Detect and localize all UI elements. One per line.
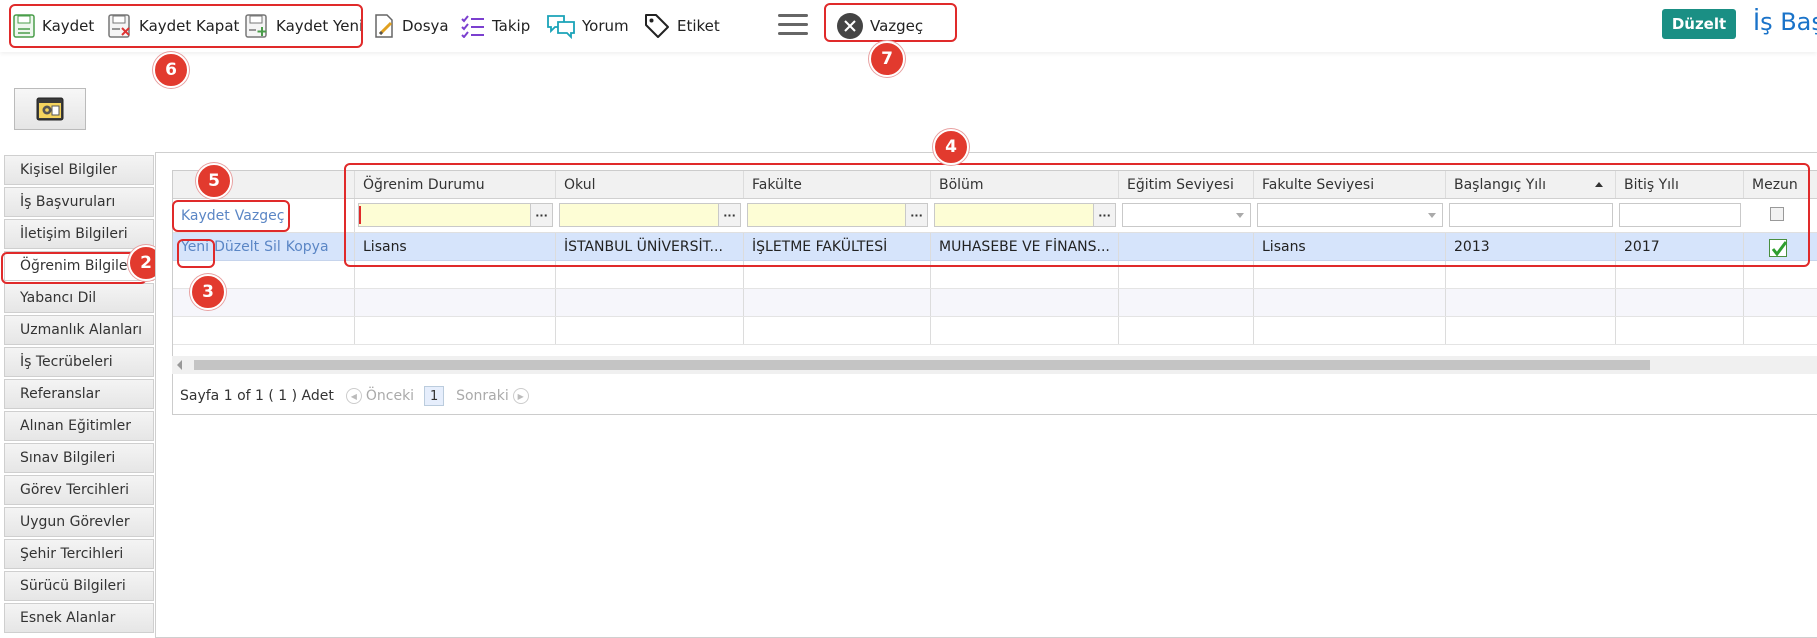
- empty-row: [173, 317, 1817, 345]
- sidebar-item-kisisel[interactable]: Kişisel Bilgiler: [4, 155, 154, 185]
- sidebar-item-label: İş Tecrübeleri: [20, 354, 113, 370]
- sidebar-item-esnek-alanlar[interactable]: Esnek Alanlar: [4, 603, 154, 633]
- empty-row: [173, 289, 1817, 317]
- sidebar-item-alinan-egitimler[interactable]: Alınan Eğitimler: [4, 411, 154, 441]
- sidebar-item-surucu[interactable]: Sürücü Bilgileri: [4, 571, 154, 601]
- comment-button[interactable]: Yorum: [546, 9, 629, 43]
- sidebar-item-label: Yabancı Dil: [20, 290, 97, 306]
- sidebar-item-sinav[interactable]: Sınav Bilgileri: [4, 443, 154, 473]
- file-label: Dosya: [402, 17, 449, 35]
- row-delete-link[interactable]: Sil: [264, 239, 281, 255]
- sidebar-item-label: Kişisel Bilgiler: [20, 162, 117, 178]
- edit-button[interactable]: Düzelt: [1662, 9, 1736, 39]
- tag-icon: [645, 14, 669, 38]
- follow-label: Takip: [492, 17, 531, 35]
- sidebar-item-label: Referanslar: [20, 386, 100, 402]
- sidebar-item-label: Görev Tercihleri: [20, 482, 130, 498]
- sidebar-item-referanslar[interactable]: Referanslar: [4, 379, 154, 409]
- badge-5: 5: [196, 163, 232, 199]
- sidebar-item-label: Uygun Görevler: [20, 514, 130, 530]
- sidebar-item-uygun-gorevler[interactable]: Uygun Görevler: [4, 507, 154, 537]
- comment-label: Yorum: [582, 17, 629, 35]
- file-button[interactable]: Dosya: [372, 9, 449, 43]
- brand-title: İş Baş: [1753, 8, 1817, 36]
- annotation-box-sidebar-active: [1, 252, 147, 284]
- sidebar-item-label: Sürücü Bilgileri: [20, 578, 126, 594]
- sidebar-item-label: Alınan Eğitimler: [20, 418, 132, 434]
- sidebar-item-gorev-tercihleri[interactable]: Görev Tercihleri: [4, 475, 154, 505]
- sidebar-item-label: Şehir Tercihleri: [20, 546, 124, 562]
- pager-current-page[interactable]: 1: [424, 386, 445, 406]
- file-icon: [375, 14, 393, 38]
- sidebar-item-is-tecrubeleri[interactable]: İş Tecrübeleri: [4, 347, 154, 377]
- tag-button[interactable]: Etiket: [643, 9, 720, 43]
- annotation-box-cancel: [824, 3, 957, 42]
- horizontal-scrollbar[interactable]: [172, 356, 1817, 374]
- sidebar-item-label: İletişim Bilgileri: [20, 226, 128, 242]
- sidebar-item-label: İş Başvuruları: [20, 194, 116, 210]
- chevron-right-icon: ▶: [512, 388, 529, 404]
- sidebar-item-yabanci-dil[interactable]: Yabancı Dil: [4, 283, 154, 313]
- badge-6: 6: [153, 52, 189, 88]
- chevron-left-icon: ◀: [345, 388, 362, 404]
- sidebar: Kişisel Bilgiler İş Başvuruları İletişim…: [4, 155, 154, 635]
- pager-next-button[interactable]: Sonraki ▶: [456, 388, 529, 404]
- sidebar-item-sehir-tercihleri[interactable]: Şehir Tercihleri: [4, 539, 154, 569]
- sidebar-item-label: Esnek Alanlar: [20, 610, 116, 626]
- pager-next-label: Sonraki: [456, 388, 509, 404]
- sidebar-item-is-basvurulari[interactable]: İş Başvuruları: [4, 187, 154, 217]
- annotation-box-filter-actions: [172, 200, 290, 232]
- sidebar-item-label: Sınav Bilgileri: [20, 450, 116, 466]
- row-edit-link[interactable]: Düzelt: [214, 239, 259, 255]
- follow-button[interactable]: Takip: [460, 9, 530, 43]
- checklist-icon: [461, 15, 484, 38]
- annotation-box-grid-columns: [344, 163, 1810, 267]
- annotation-box-new-link: [177, 239, 215, 268]
- badge-7: 7: [869, 41, 905, 77]
- annotation-box-toolbar-save: [9, 4, 363, 48]
- pager-prev-button[interactable]: ◀ Önceki: [345, 388, 415, 404]
- pager-prev-label: Önceki: [365, 388, 415, 404]
- tag-label: Etiket: [677, 17, 720, 35]
- scroll-thumb[interactable]: [194, 360, 1650, 370]
- sidebar-item-label: Uzmanlık Alanları: [20, 322, 143, 338]
- pager: Sayfa 1 of 1 ( 1 ) Adet ◀ Önceki 1 Sonra…: [180, 385, 529, 407]
- sidebar-item-iletisim[interactable]: İletişim Bilgileri: [4, 219, 154, 249]
- hamburger-icon[interactable]: [778, 14, 808, 36]
- pager-summary: Sayfa 1 of 1 ( 1 ) Adet: [180, 388, 334, 404]
- scroll-left-icon[interactable]: [177, 360, 182, 370]
- settings-window-icon: [36, 97, 64, 121]
- settings-window-button[interactable]: [14, 88, 86, 130]
- comment-icon: [547, 15, 575, 39]
- badge-3: 3: [190, 274, 226, 310]
- badge-4: 4: [933, 129, 969, 165]
- row-copy-link[interactable]: Kopya: [286, 239, 329, 255]
- sidebar-item-uzmanlik[interactable]: Uzmanlık Alanları: [4, 315, 154, 345]
